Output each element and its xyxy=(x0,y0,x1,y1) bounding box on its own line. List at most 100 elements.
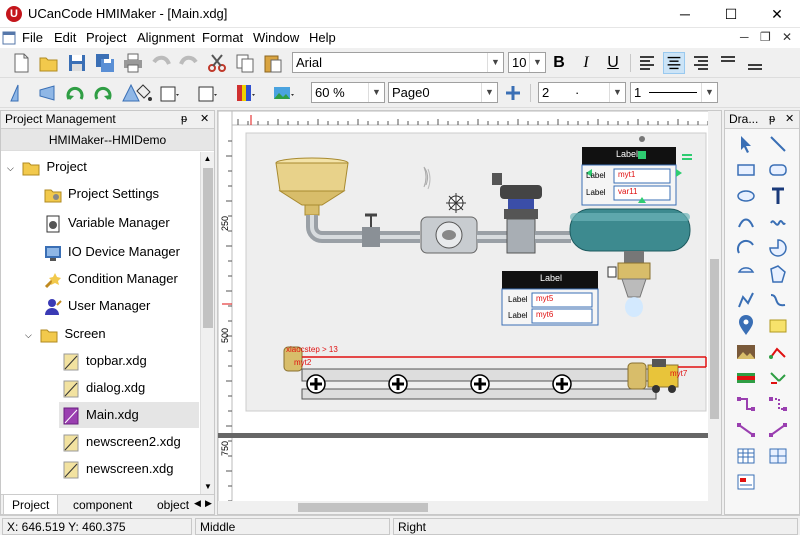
tab-scroll-right-icon[interactable]: ▶ xyxy=(205,498,212,509)
line-color-icon[interactable] xyxy=(158,82,180,104)
bezier-tool-icon[interactable] xyxy=(767,289,789,311)
close-button[interactable]: ✕ xyxy=(754,0,800,28)
menu-format[interactable]: Format xyxy=(202,30,243,45)
report-tool-icon[interactable] xyxy=(735,471,757,493)
label-panel-value[interactable]: myt6 xyxy=(536,310,553,319)
label-panel-row-label[interactable]: Label xyxy=(586,171,606,180)
tab-object[interactable]: object xyxy=(149,495,197,515)
rounded-rectangle-tool-icon[interactable] xyxy=(767,159,789,181)
italic-button[interactable]: I xyxy=(575,52,597,74)
label-panel-value[interactable]: myt5 xyxy=(536,294,553,303)
tree-item-variable-manager[interactable]: Variable Manager xyxy=(43,210,170,236)
link-tool-icon[interactable] xyxy=(767,419,789,441)
scroll-down-icon[interactable]: ▼ xyxy=(201,480,215,494)
tree-item-screen-file-selected[interactable]: Main.xdg xyxy=(59,402,199,428)
tree-scrollbar[interactable]: ▲ ▼ xyxy=(200,152,214,494)
font-name-select[interactable]: Arial ▼ xyxy=(292,52,504,73)
save-all-icon[interactable] xyxy=(94,52,116,74)
print-icon[interactable] xyxy=(122,52,144,74)
grid-tool-icon[interactable] xyxy=(767,445,789,467)
link-tool-icon[interactable] xyxy=(735,393,757,415)
ellipse-tool-icon[interactable] xyxy=(735,185,757,207)
flip-left-icon[interactable] xyxy=(8,82,30,104)
forklift-text[interactable]: myt7 xyxy=(670,369,687,378)
conveyor-text[interactable]: myt2 xyxy=(294,358,311,367)
open-folder-icon[interactable] xyxy=(38,52,60,74)
underline-button[interactable]: U xyxy=(602,52,624,74)
cut-icon[interactable] xyxy=(206,52,228,74)
label-panel-value[interactable]: var11 xyxy=(618,187,637,196)
label-panel-title[interactable]: Label xyxy=(540,273,562,283)
menu-window[interactable]: Window xyxy=(253,30,299,45)
panel-close-button[interactable]: ✕ xyxy=(200,111,209,128)
connector-tool-icon[interactable] xyxy=(767,341,789,363)
text-color-icon[interactable] xyxy=(234,82,256,104)
scroll-up-icon[interactable]: ▲ xyxy=(201,152,214,166)
menu-file[interactable]: File xyxy=(22,30,43,45)
new-file-icon[interactable] xyxy=(10,52,32,74)
polyline-tool-icon[interactable] xyxy=(735,289,757,311)
panel-close-button[interactable]: ✕ xyxy=(785,111,794,128)
menu-help[interactable]: Help xyxy=(309,30,336,45)
align-left-icon[interactable] xyxy=(636,52,658,74)
tree-item-project-settings[interactable]: Project Settings xyxy=(43,181,159,207)
save-icon[interactable] xyxy=(66,52,88,74)
tree-item-io-device-manager[interactable]: IO Device Manager xyxy=(43,239,180,265)
tree-item-screen-file[interactable]: newscreen.xdg xyxy=(61,456,173,482)
rectangle-tool-icon[interactable] xyxy=(735,159,757,181)
rotate-left-icon[interactable] xyxy=(64,82,86,104)
select-pointer-icon[interactable] xyxy=(735,133,757,155)
menu-edit[interactable]: Edit xyxy=(54,30,76,45)
line-width-select[interactable]: 2 · ▼ xyxy=(538,82,626,103)
arrow-connector-icon[interactable] xyxy=(767,367,789,389)
pin-icon[interactable]: ᵽ xyxy=(181,111,187,128)
line-pattern-select[interactable]: 1 ▼ xyxy=(630,82,718,103)
align-bottom-icon[interactable] xyxy=(744,52,766,74)
text-tool-icon[interactable] xyxy=(767,185,789,207)
copy-icon[interactable] xyxy=(234,52,256,74)
undo-icon[interactable] xyxy=(150,52,172,74)
polygon-tool-icon[interactable] xyxy=(767,263,789,285)
label-panel-title[interactable]: Label xyxy=(616,149,638,159)
button-tool-icon[interactable] xyxy=(735,367,757,389)
zoom-select[interactable]: 60 % ▼ xyxy=(311,82,385,103)
conveyor-text[interactable]: xiaocstep > 13 xyxy=(286,345,338,354)
design-canvas[interactable]: 250 500 750 Label Label myt1 Label var11… xyxy=(217,110,722,515)
align-center-icon[interactable] xyxy=(663,52,685,74)
pin-icon[interactable]: ᵽ xyxy=(769,111,775,128)
tree-item-project[interactable]: ⌵ Project xyxy=(7,154,87,180)
rotate-right-icon[interactable] xyxy=(92,82,114,104)
tab-project[interactable]: Project xyxy=(3,495,59,515)
page-select[interactable]: Page0 ▼ xyxy=(388,82,498,103)
fill-bucket-icon[interactable] xyxy=(132,82,154,104)
bold-button[interactable]: B xyxy=(548,52,570,74)
label-panel-row-label[interactable]: Label xyxy=(508,311,528,320)
maximize-button[interactable]: ☐ xyxy=(708,0,754,28)
add-page-icon[interactable] xyxy=(502,82,524,104)
mdi-minimize-button[interactable]: ─ xyxy=(740,30,749,44)
curve-tool-icon[interactable] xyxy=(735,211,757,233)
chord-tool-icon[interactable] xyxy=(735,263,757,285)
tree-item-user-manager[interactable]: User Manager xyxy=(43,293,150,319)
note-tool-icon[interactable] xyxy=(767,315,789,337)
flip-right-icon[interactable] xyxy=(36,82,58,104)
line-tool-icon[interactable] xyxy=(767,133,789,155)
label-panel-row-label[interactable]: Label xyxy=(508,295,528,304)
tree-item-condition-manager[interactable]: Condition Manager xyxy=(43,266,178,292)
mdi-close-button[interactable]: ✕ xyxy=(782,30,792,44)
document-icon[interactable] xyxy=(2,31,16,45)
align-top-icon[interactable] xyxy=(717,52,739,74)
tab-component[interactable]: component xyxy=(65,495,140,515)
tab-scroll-left-icon[interactable]: ◀ xyxy=(194,498,201,509)
label-panel-row-label[interactable]: Label xyxy=(586,188,606,197)
tree-item-screen-file[interactable]: newscreen2.xdg xyxy=(61,429,181,455)
mdi-restore-button[interactable]: ❐ xyxy=(760,30,771,44)
menu-project[interactable]: Project xyxy=(86,30,126,45)
location-pin-icon[interactable] xyxy=(735,315,757,337)
tree-item-screen-file[interactable]: topbar.xdg xyxy=(61,348,147,374)
font-size-select[interactable]: 10 ▼ xyxy=(508,52,546,73)
image-icon[interactable] xyxy=(272,82,294,104)
menu-alignment[interactable]: Alignment xyxy=(137,30,195,45)
image-tool-icon[interactable] xyxy=(735,341,757,363)
freehand-tool-icon[interactable] xyxy=(767,211,789,233)
